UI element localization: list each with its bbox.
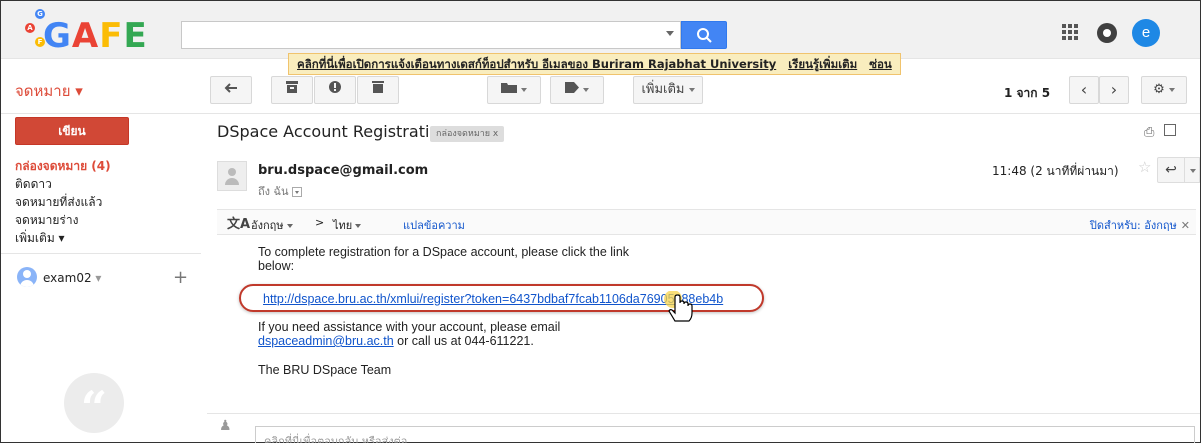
hangouts-account[interactable]: exam02 ▾ (43, 271, 101, 285)
user-avatar-icon: ♟ (219, 418, 232, 434)
target-language-select[interactable]: ไทย (333, 216, 362, 234)
more-actions-button[interactable]: เพิ่มเติม (633, 76, 703, 104)
desktop-notification-banner: คลิกที่นี่เพื่อเปิดการแจ้งเตือนทางเดสก์ท… (288, 53, 901, 75)
gear-icon: ⚙ (1153, 82, 1165, 97)
close-icon: ✕ (1180, 219, 1190, 232)
search-button[interactable] (681, 21, 727, 49)
archive-icon (286, 77, 298, 103)
learn-more-link[interactable]: เรียนรู้เพิ่มเติม (788, 57, 857, 71)
search-icon (697, 28, 712, 43)
chevron-down-icon (688, 87, 695, 92)
top-bar: G A F GAFE e (1, 1, 1200, 59)
reply-input[interactable]: คลิกที่นี่เพื่อตอบกลับ หรือส่งต่อ (255, 426, 1195, 443)
sidebar-item-sent[interactable]: จดหมายที่ส่งแล้ว (15, 193, 102, 212)
reply-arrow-icon: ↩ (1165, 162, 1177, 178)
back-button[interactable] (210, 76, 252, 104)
newer-button[interactable]: ‹ (1069, 76, 1099, 104)
hand-cursor-icon (664, 291, 693, 322)
translate-message-link[interactable]: แปลข้อความ (403, 216, 465, 234)
mail-menu[interactable]: จดหมาย ▾ (15, 79, 83, 103)
sidebar-item-starred[interactable]: ติดดาว (15, 175, 52, 194)
sidebar-item-inbox[interactable]: กล่องจดหมาย (4) (15, 157, 111, 176)
chevron-down-icon (583, 88, 589, 92)
recipient-details-chevron-icon[interactable] (291, 187, 302, 197)
sender-email[interactable]: bru.dspace@gmail.com (258, 163, 428, 178)
logo-dot-icon: A (25, 23, 35, 33)
archive-button[interactable] (271, 76, 313, 104)
assist-line: If you need assistance with your account… (258, 320, 561, 334)
open-new-window-icon[interactable] (1164, 124, 1176, 136)
star-icon[interactable]: ☆ (1138, 158, 1151, 176)
reply-row: ♟ คลิกที่นี่เพื่อตอบกลับ หรือส่งต่อ (207, 413, 1200, 443)
account-avatar[interactable]: e (1132, 19, 1160, 47)
notifications-icon[interactable] (1097, 23, 1117, 43)
back-arrow-icon (224, 77, 238, 103)
reply-more-options-chevron-icon[interactable] (1184, 157, 1200, 183)
apps-grid-icon[interactable] (1062, 24, 1078, 40)
print-icon[interactable]: ⎙ (1144, 125, 1154, 140)
older-button[interactable]: › (1099, 76, 1129, 104)
reply-button[interactable]: ↩ (1157, 157, 1185, 183)
chevron-down-icon (521, 88, 527, 92)
labels-button[interactable] (550, 76, 604, 104)
settings-button[interactable]: ⚙ (1141, 76, 1187, 104)
trash-icon (372, 77, 384, 103)
admin-email-link[interactable]: dspaceadmin@bru.ac.th (258, 334, 394, 348)
signature: The BRU DSpace Team (258, 363, 392, 377)
contact-line: dspaceadmin@bru.ac.th or call us at 044-… (258, 334, 534, 348)
message-timestamp: 11:48 (2 นาทีที่ผ่านมา) (992, 164, 1119, 178)
chevron-right-icon: › (1110, 80, 1118, 99)
chevron-left-icon: ‹ (1080, 80, 1088, 99)
sidebar-item-drafts[interactable]: จดหมายร่าง (15, 211, 78, 230)
report-spam-button[interactable] (314, 76, 356, 104)
spam-icon (329, 77, 341, 103)
sender-avatar (217, 161, 247, 191)
delete-button[interactable] (357, 76, 399, 104)
enable-notifications-link[interactable]: คลิกที่นี่เพื่อเปิดการแจ้งเตือนทางเดสก์ท… (297, 57, 776, 71)
translate-icon: 文A (227, 217, 251, 232)
logo-wordmark: GAFE (43, 16, 148, 56)
chevron-down-icon (1168, 87, 1175, 92)
body-line-2: below: (258, 259, 295, 273)
move-to-button[interactable] (487, 76, 541, 104)
translate-bar: 文A อังกฤษ > ไทย แปลข้อความ ปิดสำหรับ: อั… (217, 209, 1196, 235)
search-input[interactable] (181, 21, 681, 49)
inbox-label-chip[interactable]: กล่องจดหมาย x (430, 126, 505, 142)
arrow-right-icon: > (315, 216, 325, 229)
hide-banner-link[interactable]: ซ่อน (869, 57, 892, 71)
recipient-line[interactable]: ถึง ฉัน (258, 182, 302, 200)
gafe-logo[interactable]: G A F GAFE (21, 7, 151, 53)
sidebar-item-more[interactable]: เพิ่มเติม ▾ (15, 229, 65, 248)
more-actions-label: เพิ่มเติม (641, 82, 685, 97)
label-tag-icon (565, 77, 579, 103)
hangouts-quote-icon[interactable]: “ (64, 373, 124, 435)
message-subject: DSpace Account Registration (217, 122, 450, 141)
source-language-select[interactable]: อังกฤษ (251, 216, 293, 234)
pager-range: 1 จาก 5 (1004, 86, 1051, 100)
folder-icon (501, 77, 517, 103)
add-contact-plus-icon[interactable]: + (173, 267, 188, 288)
register-link[interactable]: http://dspace.bru.ac.th/xmlui/register?t… (263, 292, 723, 306)
person-icon (17, 267, 37, 287)
compose-button[interactable]: เขียน (15, 117, 129, 145)
sidebar-divider (1, 253, 201, 254)
disable-translation-link[interactable]: ปิดสำหรับ: อังกฤษ ✕ (1090, 216, 1190, 234)
search-options-chevron-icon[interactable] (666, 31, 674, 36)
body-line-1: To complete registration for a DSpace ac… (258, 245, 630, 259)
